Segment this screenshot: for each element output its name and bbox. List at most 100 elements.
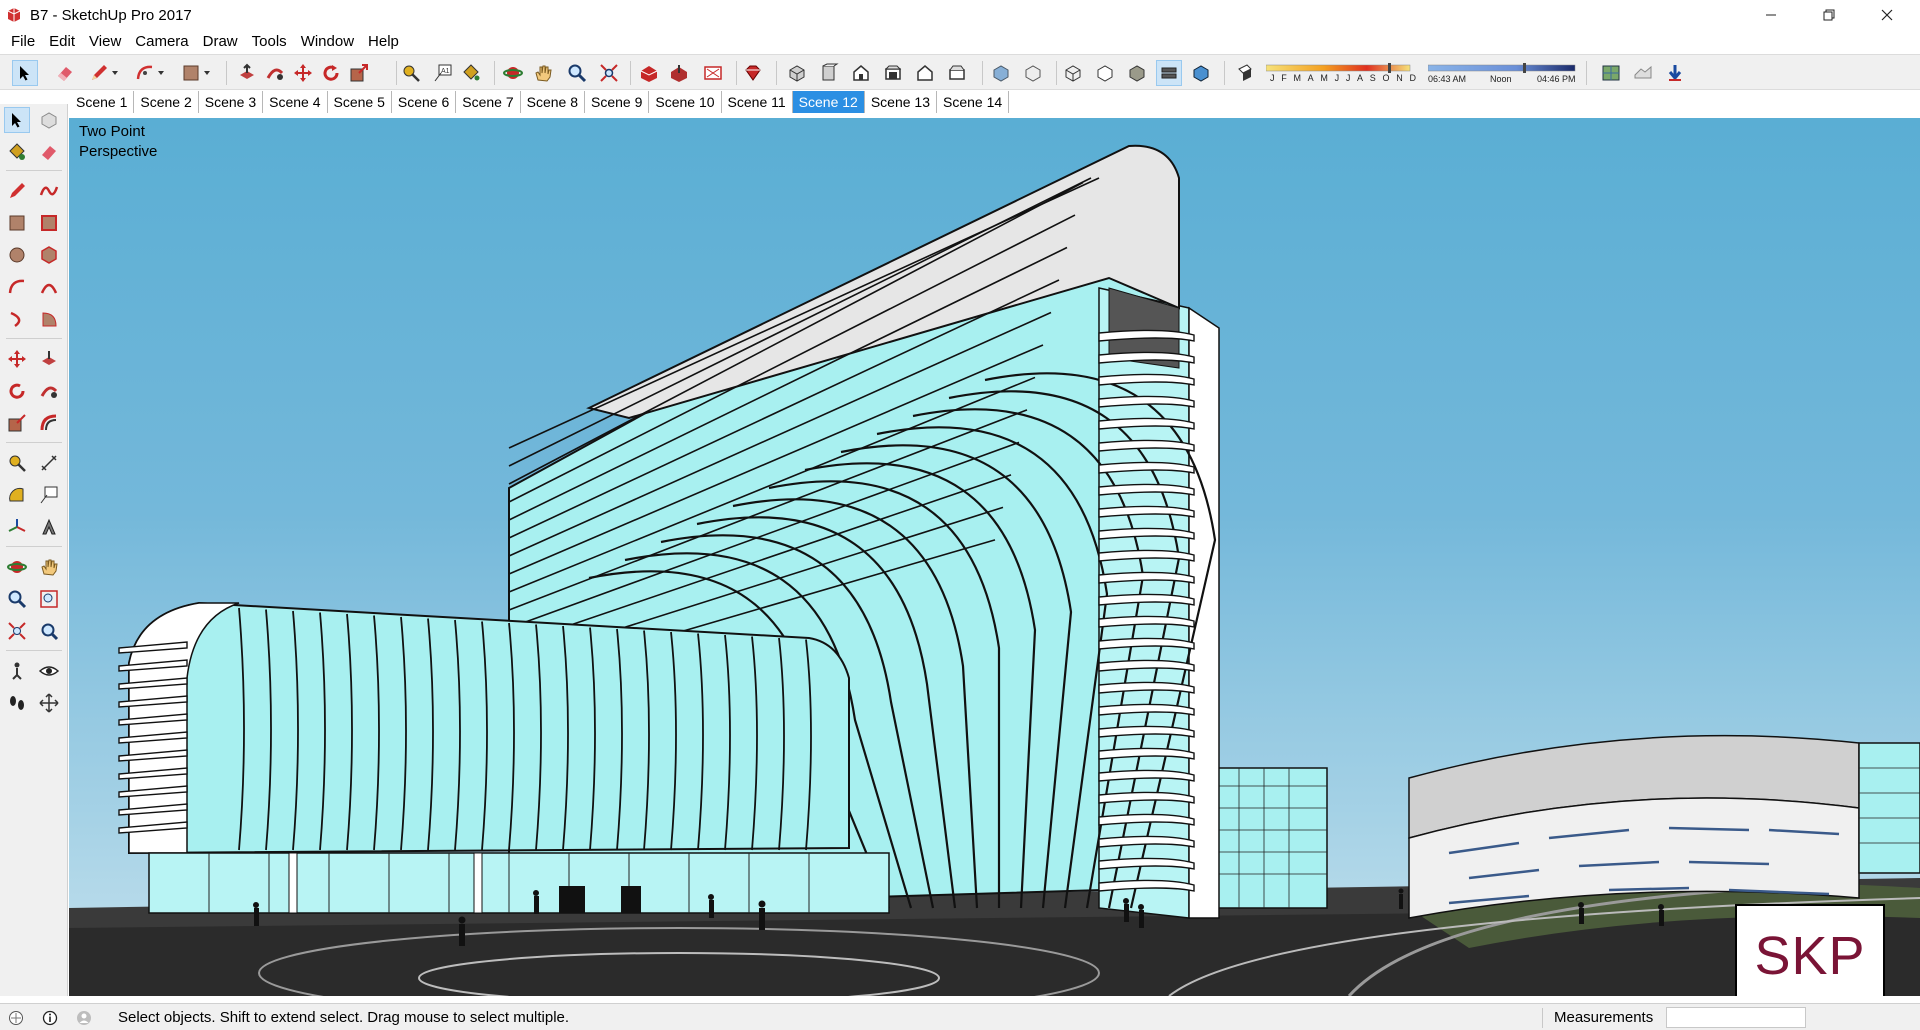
arc-tool-dropdown[interactable] — [154, 60, 168, 86]
walk-tool-button[interactable] — [4, 690, 30, 716]
warehouse-button[interactable] — [636, 60, 662, 86]
axes-tool-button[interactable] — [4, 514, 30, 540]
follow-me-tool-button[interactable] — [36, 378, 62, 404]
menu-view[interactable]: View — [82, 33, 128, 50]
tab-scene-13[interactable]: Scene 13 — [865, 91, 938, 113]
eraser-tool-button[interactable] — [36, 139, 62, 165]
hidden-line-style-button[interactable] — [1092, 60, 1118, 86]
monochrome-style-button[interactable] — [1188, 60, 1214, 86]
eraser-tool-button[interactable] — [52, 60, 78, 86]
photo-textures-button[interactable] — [1662, 60, 1688, 86]
make-component-button[interactable] — [36, 107, 62, 133]
user-account-icon[interactable] — [76, 1010, 92, 1026]
zoom-window-tool-button[interactable] — [36, 586, 62, 612]
tab-scene-4[interactable]: Scene 4 — [263, 91, 328, 113]
move-tool-button[interactable] — [4, 346, 30, 372]
back-view-button[interactable] — [912, 60, 938, 86]
credits-info-icon[interactable] — [42, 1010, 58, 1026]
zoom-extents-tool-button[interactable] — [4, 618, 30, 644]
previous-view-button[interactable] — [36, 618, 62, 644]
xray-style-button[interactable] — [988, 60, 1014, 86]
share-model-button[interactable] — [666, 60, 692, 86]
wireframe-style-button[interactable] — [1060, 60, 1086, 86]
pan-tool-button[interactable] — [36, 554, 62, 580]
text-tool-button[interactable] — [36, 482, 62, 508]
tab-scene-10[interactable]: Scene 10 — [649, 91, 722, 113]
measurements-input[interactable] — [1666, 1007, 1806, 1028]
model-viewport[interactable]: Two Point Perspective SKP — [69, 118, 1920, 996]
add-location-button[interactable] — [1598, 60, 1624, 86]
select-tool-button[interactable] — [12, 60, 38, 86]
tab-scene-7[interactable]: Scene 7 — [456, 91, 521, 113]
tab-scene-3[interactable]: Scene 3 — [199, 91, 264, 113]
gift-extension-button[interactable] — [740, 60, 766, 86]
orbit-tool-button[interactable] — [500, 60, 526, 86]
follow-me-tool-button[interactable] — [262, 60, 288, 86]
tab-scene-8[interactable]: Scene 8 — [521, 91, 585, 113]
pie-tool-button[interactable] — [36, 306, 62, 332]
tab-scene-2[interactable]: Scene 2 — [134, 91, 199, 113]
display-shadows-button[interactable] — [1232, 60, 1258, 86]
line-tool-dropdown[interactable] — [108, 60, 122, 86]
rotate-tool-button[interactable] — [318, 60, 344, 86]
menu-edit[interactable]: Edit — [42, 33, 82, 50]
shaded-textures-style-button[interactable] — [1156, 60, 1182, 86]
shadow-time-slider[interactable] — [1428, 63, 1578, 73]
shaded-style-button[interactable] — [1124, 60, 1150, 86]
offset-tool-button[interactable] — [36, 410, 62, 436]
push-pull-tool-button[interactable] — [234, 60, 260, 86]
section-plane-tool-button[interactable] — [36, 690, 62, 716]
text-tool-button[interactable]: A1 — [430, 60, 456, 86]
back-edges-style-button[interactable] — [1020, 60, 1046, 86]
shadow-month-slider[interactable] — [1266, 63, 1416, 73]
two-point-arc-tool-button[interactable] — [36, 274, 62, 300]
menu-camera[interactable]: Camera — [128, 33, 195, 50]
select-tool-button[interactable] — [4, 107, 30, 133]
tab-scene-12[interactable]: Scene 12 — [792, 91, 865, 113]
polygon-tool-button[interactable] — [36, 242, 62, 268]
dimension-tool-button[interactable] — [36, 450, 62, 476]
zoom-tool-button[interactable] — [4, 586, 30, 612]
rotated-rectangle-tool-button[interactable] — [36, 210, 62, 236]
shapes-tool-dropdown[interactable] — [200, 60, 214, 86]
freehand-tool-button[interactable] — [36, 178, 62, 204]
toggle-terrain-button[interactable] — [1630, 60, 1656, 86]
protractor-tool-button[interactable] — [4, 482, 30, 508]
menu-file[interactable]: File — [4, 33, 42, 50]
front-view-button[interactable] — [848, 60, 874, 86]
circle-tool-button[interactable] — [4, 242, 30, 268]
extension-warehouse-button[interactable] — [700, 60, 726, 86]
left-view-button[interactable] — [944, 60, 970, 86]
close-button[interactable] — [1858, 0, 1916, 30]
three-point-arc-tool-button[interactable] — [4, 306, 30, 332]
geo-location-icon[interactable] — [8, 1010, 24, 1026]
tab-scene-5[interactable]: Scene 5 — [328, 91, 392, 113]
tape-measure-tool-button[interactable] — [398, 60, 424, 86]
push-pull-tool-button[interactable] — [36, 346, 62, 372]
look-around-tool-button[interactable] — [36, 658, 62, 684]
right-view-button[interactable] — [880, 60, 906, 86]
tape-measure-tool-button[interactable] — [4, 450, 30, 476]
paint-bucket-tool-button[interactable] — [4, 139, 30, 165]
tab-scene-6[interactable]: Scene 6 — [392, 91, 457, 113]
zoom-extents-tool-button[interactable] — [596, 60, 622, 86]
line-tool-button[interactable] — [4, 178, 30, 204]
menu-window[interactable]: Window — [294, 33, 361, 50]
tab-scene-14[interactable]: Scene 14 — [937, 91, 1010, 113]
pan-tool-button[interactable] — [530, 60, 556, 86]
tab-scene-1[interactable]: Scene 1 — [70, 91, 135, 113]
rectangle-tool-button[interactable] — [4, 210, 30, 236]
rotate-tool-button[interactable] — [4, 378, 30, 404]
tab-scene-9[interactable]: Scene 9 — [585, 91, 650, 113]
move-tool-button[interactable] — [290, 60, 316, 86]
scale-tool-button[interactable] — [4, 410, 30, 436]
menu-tools[interactable]: Tools — [245, 33, 294, 50]
scale-tool-button[interactable] — [346, 60, 372, 86]
restore-button[interactable] — [1800, 0, 1858, 30]
tab-scene-11[interactable]: Scene 11 — [722, 91, 793, 113]
arc-tool-button[interactable] — [4, 274, 30, 300]
menu-draw[interactable]: Draw — [196, 33, 245, 50]
orbit-tool-button[interactable] — [4, 554, 30, 580]
paint-bucket-tool-button[interactable] — [458, 60, 484, 86]
minimize-button[interactable] — [1742, 0, 1800, 30]
